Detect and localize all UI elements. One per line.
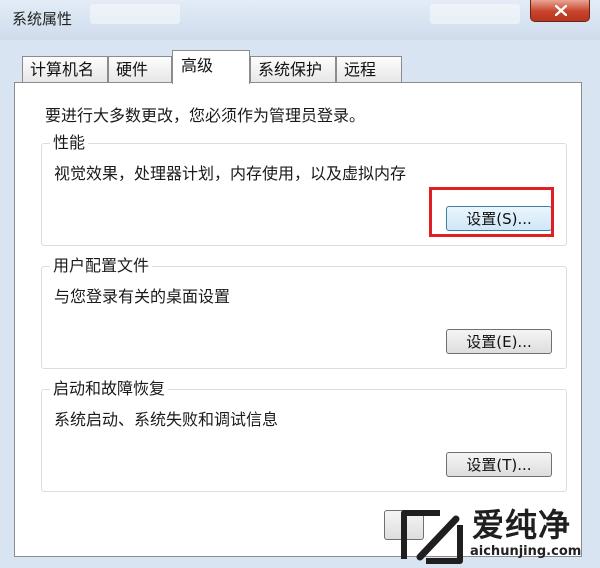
watermark-brand: 爱纯净 [472,506,572,544]
advanced-panel: 要进行大多数更改，您必须作为管理员登录。 性能 视觉效果，处理器计划，内存使用，… [14,82,582,557]
performance-description: 视觉效果，处理器计划，内存使用，以及虚拟内存 [54,164,407,183]
watermark-url: aichunjing.com [470,544,582,559]
tab-computer-name[interactable]: 计算机名 [22,56,108,83]
titlebar-blur-1 [90,4,180,24]
window-title: 系统属性 [12,10,73,28]
title-bar: 系统属性 [0,0,600,40]
watermark: 爱纯净 aichunjing.com [400,505,595,565]
user-profiles-settings-button[interactable]: 设置(E)... [446,329,552,354]
tab-label: 硬件 [116,60,149,79]
startup-recovery-group: 启动和故障恢复 系统启动、系统失败和调试信息 设置(T)... [41,379,567,492]
tab-label: 高级 [181,56,214,75]
user-profiles-title: 用户配置文件 [50,256,153,276]
performance-title: 性能 [50,133,89,153]
tab-system-protection[interactable]: 系统保护 [250,56,336,83]
tab-label: 系统保护 [258,60,323,79]
tab-label: 计算机名 [30,60,95,79]
close-button[interactable] [530,0,590,22]
user-profiles-group: 用户配置文件 与您登录有关的桌面设置 设置(E)... [41,256,567,369]
startup-recovery-title: 启动和故障恢复 [50,379,169,399]
tab-hardware[interactable]: 硬件 [108,56,172,83]
tab-label: 远程 [344,60,377,79]
close-icon [555,5,567,16]
highlight-box [429,187,554,237]
admin-notice: 要进行大多数更改，您必须作为管理员登录。 [45,106,366,125]
brand-logo-icon [401,510,463,564]
tab-remote[interactable]: 远程 [336,56,402,83]
user-profiles-description: 与您登录有关的桌面设置 [54,287,231,306]
startup-recovery-settings-button[interactable]: 设置(T)... [446,452,552,477]
startup-recovery-description: 系统启动、系统失败和调试信息 [54,410,279,429]
titlebar-blur-2 [430,4,520,24]
tab-advanced[interactable]: 高级 [172,50,250,84]
